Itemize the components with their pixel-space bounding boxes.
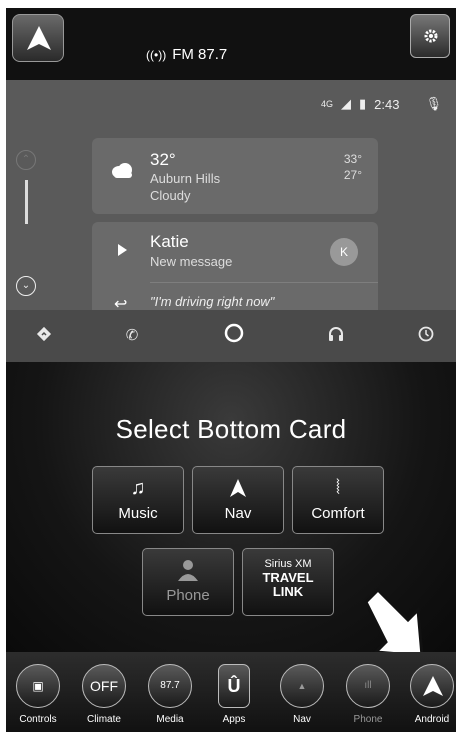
radio-status[interactable]: ((•)) FM 87.7 xyxy=(146,46,227,63)
aa-nav-bar: ✆ xyxy=(6,310,456,362)
sxm-line-1: Sirius XM xyxy=(264,558,312,570)
picker-title: Select Bottom Card xyxy=(115,414,347,444)
weather-temperature: 32° xyxy=(150,150,176,169)
dock-android[interactable]: Android xyxy=(404,664,460,725)
dock-apps[interactable]: Û Apps xyxy=(206,664,262,725)
microphone-icon[interactable]: 🎙 xyxy=(425,96,442,112)
signal-icon: ◢ xyxy=(341,96,352,111)
uconnect-apps-icon: Û xyxy=(218,664,250,708)
seat-heat-icon: ⦚ xyxy=(335,477,341,499)
siriusxm-travel-link-button[interactable]: Sirius XM TRAVEL LINK xyxy=(242,548,334,616)
sxm-line-3: LINK xyxy=(272,584,304,599)
home-circle-icon[interactable] xyxy=(224,323,244,343)
battery-icon: ▮ xyxy=(359,96,367,111)
weather-location: Auburn Hills xyxy=(150,171,221,186)
controls-icon: ▣ xyxy=(16,664,60,708)
phone-icon[interactable]: ✆ xyxy=(122,326,142,344)
music-card-button[interactable]: ♫ Music xyxy=(92,466,184,534)
headphones-icon[interactable] xyxy=(326,326,346,342)
dock-nav[interactable]: ▲ Nav xyxy=(274,664,330,725)
weather-condition: Cloudy xyxy=(150,188,191,203)
home-button[interactable] xyxy=(12,14,64,62)
message-subtitle: New message xyxy=(150,254,233,269)
clock: 2:43 xyxy=(374,96,400,112)
dock-controls[interactable]: ▣ Controls xyxy=(10,664,66,725)
scroll-down-icon[interactable]: ⌄ xyxy=(16,276,36,296)
nav-arrow-icon xyxy=(230,479,246,497)
nav-card-button[interactable]: Nav xyxy=(192,466,284,534)
android-auto-screen: 4G ◢ ▮ 2:43 🎙 ⌃ ⌄ 32° Auburn Hills Cloud… xyxy=(6,80,456,362)
scroll-up-icon[interactable]: ⌃ xyxy=(16,150,36,170)
card-scroller[interactable]: ⌃ ⌄ xyxy=(16,150,38,300)
divider xyxy=(150,282,378,283)
bottom-dock: ▣ Controls OFF Climate 87.7 Media Û Apps… xyxy=(6,652,456,732)
dock-media[interactable]: 87.7 Media xyxy=(142,664,198,725)
aa-status-bar: 4G ◢ ▮ 2:43 🎙 xyxy=(321,96,456,112)
top-status-bar: ((•)) FM 87.7 xyxy=(6,8,456,80)
radio-broadcast-icon: ((•)) xyxy=(146,47,167,62)
weather-high: 33° xyxy=(343,152,362,166)
media-station: 87.7 xyxy=(148,664,192,708)
dock-phone[interactable]: ıll Phone xyxy=(340,664,396,725)
radio-station-label: FM 87.7 xyxy=(172,46,228,63)
gear-icon xyxy=(424,29,438,43)
weather-card[interactable]: 32° Auburn Hills Cloudy 33° 27° xyxy=(92,138,378,214)
navigation-icon[interactable] xyxy=(34,326,54,342)
comfort-card-button[interactable]: ⦚ Comfort xyxy=(292,466,384,534)
auto-reply-text[interactable]: "I'm driving right now" xyxy=(150,294,274,309)
person-icon xyxy=(178,560,198,581)
weather-low: 27° xyxy=(343,168,362,182)
scroll-position-bar[interactable] xyxy=(25,180,28,224)
phone-card-button[interactable]: Phone xyxy=(142,548,234,616)
cloud-icon xyxy=(112,163,132,178)
play-message-icon[interactable] xyxy=(118,244,127,256)
dock-climate[interactable]: OFF Climate xyxy=(76,664,132,725)
android-auto-icon xyxy=(410,664,454,708)
climate-off-button: OFF xyxy=(82,664,126,708)
sxm-line-2: TRAVEL xyxy=(262,570,314,585)
network-indicator: 4G xyxy=(321,99,334,109)
avatar: K xyxy=(330,238,358,266)
recents-icon[interactable] xyxy=(416,326,436,342)
nav-arrow-icon: ▲ xyxy=(280,664,324,708)
music-note-icon: ♫ xyxy=(130,477,146,499)
message-sender: Katie xyxy=(150,232,189,251)
message-card[interactable]: Katie New message K ↩ "I'm driving right… xyxy=(92,222,378,312)
settings-button[interactable] xyxy=(410,14,450,58)
android-auto-icon xyxy=(27,26,51,50)
phone-signal-icon: ıll xyxy=(346,664,390,708)
